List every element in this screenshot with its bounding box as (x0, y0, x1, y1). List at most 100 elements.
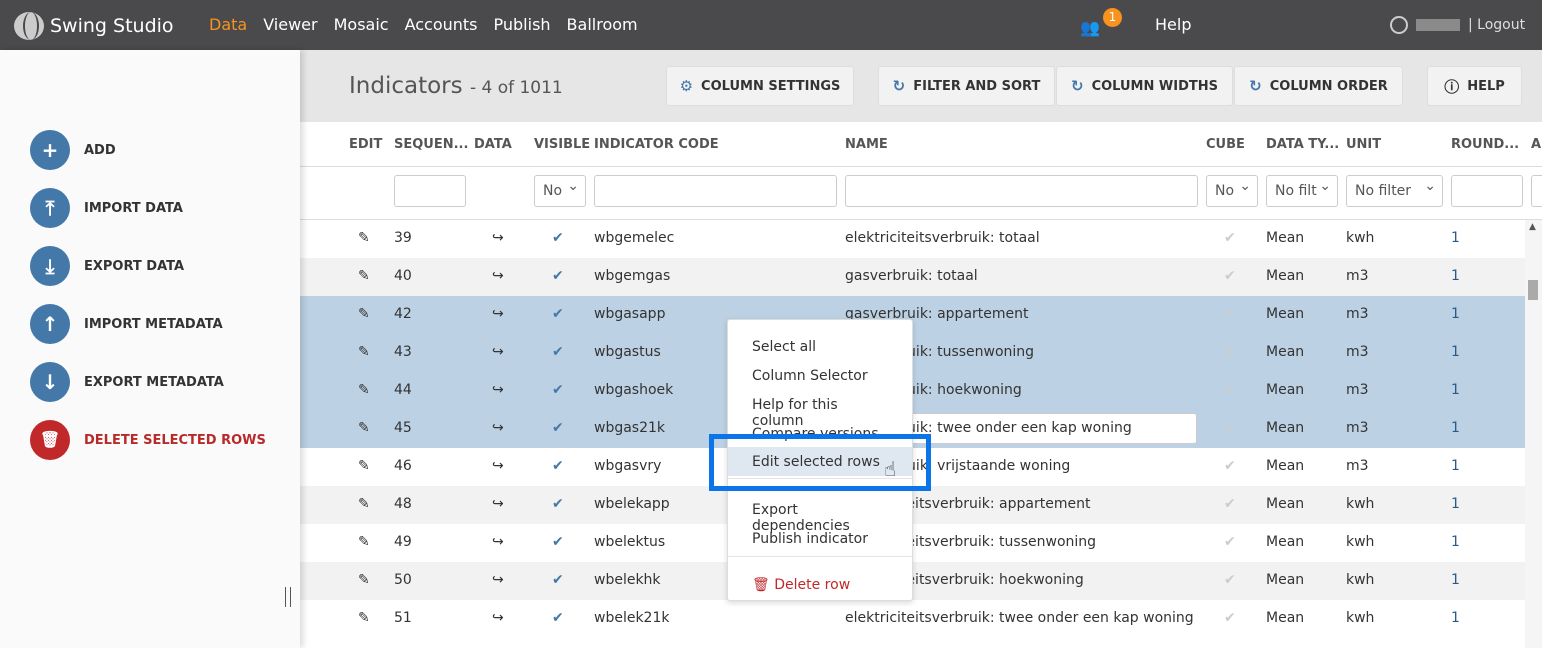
sequence-cell: 44 (394, 382, 412, 398)
logo[interactable]: Swing Studio (14, 12, 174, 40)
data-link-icon[interactable]: ↪ (492, 572, 504, 588)
unit-filter[interactable]: No filter (1346, 175, 1443, 207)
edit-icon[interactable]: ✎ (358, 572, 370, 588)
sequence-filter[interactable] (394, 175, 466, 207)
user-icon[interactable] (1390, 16, 1408, 34)
column-header[interactable]: EDIT (349, 137, 382, 152)
sidebar-delete-selected-rows-button[interactable]: 🗑 DELETE SELECTED ROWS (30, 420, 266, 460)
data-type-cell: Mean (1266, 458, 1305, 474)
visible-check-icon: ✔ (552, 344, 564, 360)
table-row[interactable]: ✎ 39 ↪ ✔ wbgemelec elektriciteitsverbruik: to… (300, 220, 1525, 258)
column-header[interactable]: DATA (474, 137, 512, 152)
filter-and-sort-button[interactable]: ↻ FILTER AND SORT (878, 66, 1055, 106)
help-link[interactable]: Help (1155, 15, 1191, 34)
data-link-icon[interactable]: ↪ (492, 458, 504, 474)
sequence-cell: 39 (394, 230, 412, 246)
sidebar-add-button[interactable]: + ADD (30, 130, 116, 170)
edit-icon[interactable]: ✎ (358, 534, 370, 550)
edit-icon[interactable]: ✎ (358, 610, 370, 626)
data-link-icon[interactable]: ↪ (492, 534, 504, 550)
edit-icon[interactable]: ✎ (358, 420, 370, 436)
nav-ballroom[interactable]: Ballroom (567, 15, 638, 34)
table-row[interactable]: ✎ 51 ↪ ✔ wbelek21k elektriciteitsverbruik: tw… (300, 600, 1525, 638)
vertical-scrollbar[interactable]: ▲ (1525, 220, 1542, 648)
edit-icon[interactable]: ✎ (358, 458, 370, 474)
sidebar-export-data-button[interactable]: ⤓ EXPORT DATA (30, 246, 184, 286)
column-header[interactable]: NAME (845, 137, 888, 152)
nav-viewer[interactable]: Viewer (263, 15, 317, 34)
nav-mosaic[interactable]: Mosaic (334, 15, 389, 34)
nav-publish[interactable]: Publish (494, 15, 551, 34)
menu-item-publish-indicator[interactable]: Publish indicator (728, 524, 912, 553)
column-settings-button[interactable]: ⚙ COLUMN SETTINGS (666, 66, 854, 106)
data-link-icon[interactable]: ↪ (492, 268, 504, 284)
sidebar-import-data-button[interactable]: ⤒ IMPORT DATA (30, 188, 183, 228)
arrow-down-icon: ↓ (30, 362, 70, 402)
column-header[interactable]: UNIT (1346, 137, 1381, 152)
data-link-icon[interactable]: ↪ (492, 230, 504, 246)
indicator-code-cell: wbgemgas (594, 268, 671, 284)
unit-cell: m3 (1346, 420, 1369, 436)
data-type-cell: Mean (1266, 496, 1305, 512)
indicator-code-cell: wbelekhk (594, 572, 661, 588)
menu-item-column-selector[interactable]: Column Selector (728, 361, 912, 390)
data-link-icon[interactable]: ↪ (492, 306, 504, 322)
edit-icon[interactable]: ✎ (358, 496, 370, 512)
edit-icon[interactable]: ✎ (358, 382, 370, 398)
indicator-code-cell: wbgasvry (594, 458, 662, 474)
column-widths-button[interactable]: ↻ COLUMN WIDTHS (1056, 66, 1233, 106)
cube-check-icon: ✔ (1224, 420, 1236, 436)
resize-handle[interactable] (285, 587, 291, 607)
nav-accounts[interactable]: Accounts (405, 15, 478, 34)
column-order-button[interactable]: ↻ COLUMN ORDER (1234, 66, 1403, 106)
trash-icon: 🗑 (752, 577, 775, 593)
users-icon[interactable]: 👥 (1080, 18, 1100, 37)
question-icon: ⓘ (1444, 77, 1460, 96)
name-filter[interactable] (845, 175, 1198, 207)
sidebar-export-metadata-button[interactable]: ↓ EXPORT METADATA (30, 362, 224, 402)
scrollbar-thumb[interactable] (1528, 280, 1538, 300)
menu-item-delete-row[interactable]: 🗑 Delete row (728, 570, 912, 599)
menu-item-label: Select all (752, 339, 816, 355)
edit-icon[interactable]: ✎ (358, 268, 370, 284)
column-header[interactable]: A (1531, 137, 1541, 152)
data-type-filter[interactable]: No filt (1266, 175, 1338, 207)
data-link-icon[interactable]: ↪ (492, 344, 504, 360)
table-row[interactable]: ✎ 40 ↪ ✔ wbgemgas gasverbruik: totaal ✔ Mean m3 1 (300, 258, 1525, 296)
data-type-cell: Mean (1266, 420, 1305, 436)
column-header[interactable]: DATA TY... (1266, 137, 1339, 152)
unit-cell: m3 (1346, 382, 1369, 398)
sidebar-item-label: IMPORT DATA (84, 200, 183, 216)
highlight-box (709, 434, 931, 491)
help-button[interactable]: ⓘ HELP (1427, 66, 1522, 106)
sequence-cell: 48 (394, 496, 412, 512)
data-link-icon[interactable]: ↪ (492, 496, 504, 512)
column-header[interactable]: SEQUEN... (394, 137, 468, 152)
data-link-icon[interactable]: ↪ (492, 420, 504, 436)
cube-filter[interactable]: No (1206, 175, 1258, 207)
rounding-filter[interactable] (1451, 175, 1523, 207)
extra-filter[interactable] (1531, 175, 1542, 207)
menu-item-help-for-this-column[interactable]: Help for this column (728, 390, 912, 429)
column-header[interactable]: INDICATOR CODE (594, 137, 719, 152)
sidebar-import-metadata-button[interactable]: ↑ IMPORT METADATA (30, 304, 223, 344)
rounding-cell: 1 (1451, 534, 1460, 550)
cube-check-icon: ✔ (1224, 268, 1236, 284)
edit-icon[interactable]: ✎ (358, 230, 370, 246)
data-link-icon[interactable]: ↪ (492, 382, 504, 398)
column-header[interactable]: ROUND... (1451, 137, 1519, 152)
menu-item-select-all[interactable]: Select all (728, 332, 912, 361)
nav-data[interactable]: Data (209, 15, 247, 34)
indicator-code-cell: wbgas21k (594, 420, 666, 436)
column-header[interactable]: VISIBLE (534, 137, 590, 152)
rounding-cell: 1 (1451, 382, 1460, 398)
visible-filter[interactable]: No (534, 175, 586, 207)
visible-check-icon: ✔ (552, 420, 564, 436)
data-link-icon[interactable]: ↪ (492, 610, 504, 626)
column-header[interactable]: CUBE (1206, 137, 1245, 152)
edit-icon[interactable]: ✎ (358, 344, 370, 360)
menu-item-export-dependencies[interactable]: Export dependencies (728, 495, 912, 534)
edit-icon[interactable]: ✎ (358, 306, 370, 322)
logout-link[interactable]: | Logout (1468, 17, 1525, 33)
indicator-code-filter[interactable] (594, 175, 837, 207)
